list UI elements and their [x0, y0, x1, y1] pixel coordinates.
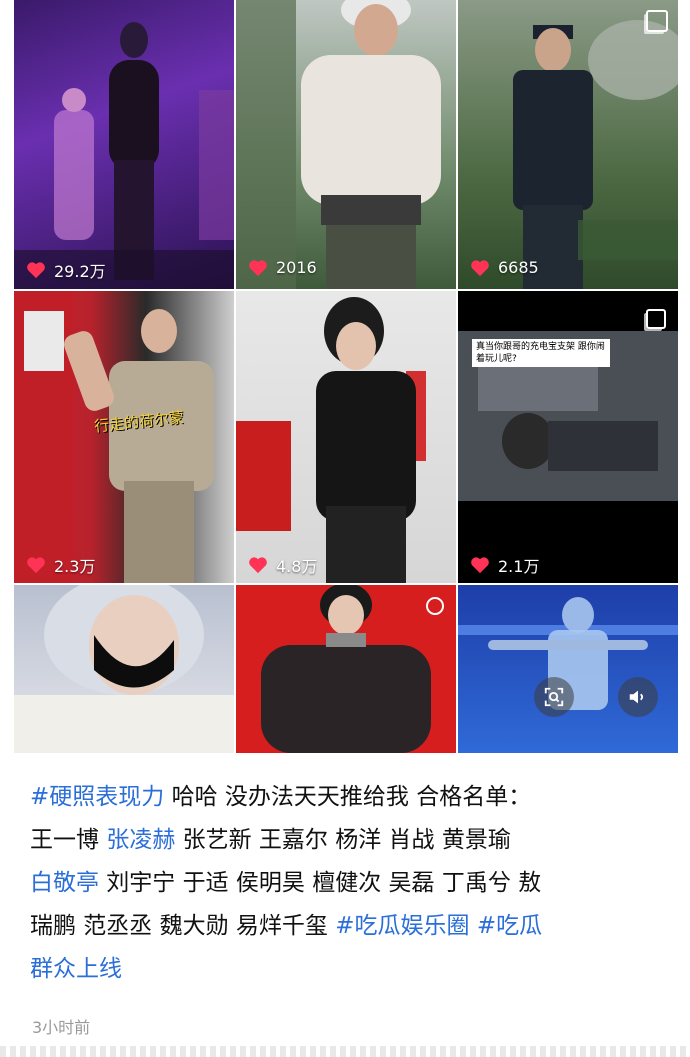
- grid-tile[interactable]: 6685: [458, 0, 678, 289]
- like-count-value: 2016: [276, 258, 317, 277]
- tile-photo: [14, 291, 214, 583]
- volume-icon: [629, 690, 644, 704]
- post-text: #硬照表现力 哈哈 没办法天天推给我 合格名单： 王一博 张凌赫 张艺新 王嘉尔…: [30, 776, 662, 991]
- tile-photo: [14, 22, 234, 289]
- post-line: 群众上线: [30, 948, 662, 991]
- multi-image-icon: [646, 10, 668, 32]
- heart-icon: [27, 557, 45, 574]
- hashtag-link[interactable]: #硬照表现力: [30, 784, 164, 810]
- like-count: 29.2万: [26, 258, 106, 282]
- tile-photo: [236, 0, 441, 289]
- post-line: 瑞鹏 范丞丞 魏大勋 易烊千玺 #吃瓜娱乐圈 #吃瓜: [30, 905, 662, 948]
- grid-tile[interactable]: [14, 585, 234, 753]
- heart-icon: [249, 557, 267, 574]
- multi-image-icon: [646, 309, 666, 329]
- post-line: 王一博 张凌赫 张艺新 王嘉尔 杨洋 肖战 黄景瑜: [30, 819, 662, 862]
- post-text-segment: 张艺新 王嘉尔 杨洋 肖战 黄景瑜: [175, 827, 511, 853]
- hashtag-link[interactable]: #吃瓜娱乐圈: [335, 913, 469, 939]
- hashtag-link-continued[interactable]: 群众上线: [30, 956, 122, 982]
- post-text-segment: 哈哈 没办法天天推给我 合格名单：: [164, 784, 532, 810]
- tile-photo: [513, 20, 678, 289]
- grid-tile[interactable]: 真当你跟哥的充电宝支架 跟你闹着玩儿呢? 2.1万: [458, 291, 678, 583]
- tile-photo: [14, 585, 234, 753]
- tile-photo: [236, 297, 426, 583]
- grid-tile[interactable]: 2016: [236, 0, 456, 289]
- like-count-value: 2.3万: [54, 557, 96, 576]
- like-count: 2.1万: [470, 553, 539, 577]
- tile-photo: [261, 585, 431, 753]
- lens-search-button[interactable]: [534, 677, 574, 717]
- like-count: 6685: [470, 258, 539, 277]
- grid-tile[interactable]: 29.2万: [14, 0, 234, 289]
- like-count: 4.8万: [248, 553, 317, 577]
- like-count-value: 4.8万: [276, 557, 318, 576]
- grid-tile[interactable]: 4.8万: [236, 291, 456, 583]
- volume-button[interactable]: [618, 677, 658, 717]
- mention-link[interactable]: 白敬亭: [30, 870, 99, 896]
- mention-link[interactable]: 张凌赫: [106, 827, 175, 853]
- grid-tile[interactable]: [458, 585, 678, 753]
- post-line: 白敬亭 刘宇宁 于适 侯明昊 檀健次 吴磊 丁禹兮 敖: [30, 862, 662, 905]
- lens-search-icon: [544, 687, 564, 707]
- like-count-value: 2.1万: [498, 557, 540, 576]
- like-count-value: 29.2万: [54, 262, 106, 281]
- heart-icon: [249, 259, 267, 276]
- post-text-segment: 瑞鹏 范丞丞 魏大勋 易烊千玺: [30, 913, 336, 939]
- tile-photo: [458, 331, 678, 583]
- heart-icon: [471, 557, 489, 574]
- hashtag-link[interactable]: #吃瓜: [477, 913, 542, 939]
- tile-photo: [458, 597, 678, 710]
- heart-icon: [471, 259, 489, 276]
- target-icon: [426, 597, 444, 615]
- post-text-segment: 刘宇宁 于适 侯明昊 檀健次 吴磊 丁禹兮 敖: [99, 870, 542, 896]
- like-count: 2.3万: [26, 553, 95, 577]
- tile-caption: 真当你跟哥的充电宝支架 跟你闹着玩儿呢?: [472, 339, 610, 367]
- like-count: 2016: [248, 258, 317, 277]
- grid-tile[interactable]: 行走的荷尔蒙 2.3万: [14, 291, 234, 583]
- post-text-segment: 王一博: [30, 827, 107, 853]
- heart-icon: [27, 262, 45, 279]
- like-count-value: 6685: [498, 258, 539, 277]
- post-timestamp: 3小时前: [32, 1018, 91, 1037]
- bottom-divider: [0, 1046, 690, 1057]
- post-line: #硬照表现力 哈哈 没办法天天推给我 合格名单：: [30, 776, 662, 819]
- media-grid: 29.2万 2016 6685 行走的荷尔蒙 2.3万 4.8万 真当你跟哥的充…: [14, 0, 678, 753]
- grid-tile[interactable]: [236, 585, 456, 753]
- post-text-segment: [470, 913, 477, 939]
